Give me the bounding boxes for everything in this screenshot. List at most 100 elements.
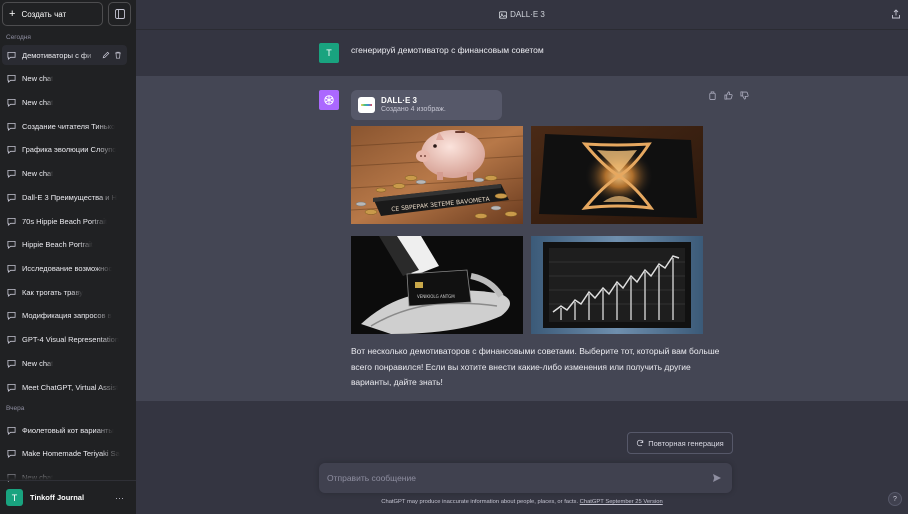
sidebar-chat-label: New chat (22, 73, 54, 83)
chat-bubble-icon (7, 288, 16, 297)
sidebar-chat-label: Как трогать траву (22, 287, 84, 297)
model-title: DALL·E 3 (510, 10, 545, 19)
user-message-text: сгенерируй демотиватор с финансовым сове… (351, 45, 544, 55)
pencil-icon[interactable] (102, 51, 110, 59)
sidebar-chat-label: 70s Hippie Beach Portrait (22, 216, 108, 226)
sidebar-chat-label: GPT-4 Visual Representation (22, 334, 119, 344)
sidebar-chat-label: New chat (22, 97, 54, 107)
message-input[interactable] (327, 471, 697, 485)
assistant-message-text: Вот несколько демотиваторов с финансовым… (351, 346, 720, 387)
chat-bubble-icon (7, 217, 16, 226)
thumbs-down-icon[interactable] (740, 91, 749, 100)
piggy-bank-image: СЕ SВРЕРАК ЗЕТЕМЕ ВАVОМЕТА (351, 126, 523, 224)
new-chat-button[interactable]: + Создать чат (2, 2, 103, 26)
more-icon[interactable]: ··· (115, 493, 124, 503)
generated-image[interactable]: СЕ SВРЕРАК ЗЕТЕМЕ ВАVОМЕТА (351, 126, 523, 224)
sidebar-icon (114, 9, 125, 19)
sidebar-chat-label: Meet ChatGPT, Virtual Assist (22, 382, 119, 392)
chat-bubble-icon (7, 74, 16, 83)
chat-bubble-icon (7, 426, 16, 435)
sidebar-chat-item[interactable]: Демотиваторы с фи (2, 45, 127, 65)
card-text: VЕNIKIOLG ANTGM (417, 294, 455, 299)
user-menu[interactable]: T Tinkoff Journal ··· (0, 480, 136, 514)
tool-card-subtitle: Создано 4 изображ. (381, 106, 446, 113)
sidebar-chat-item[interactable]: Meet ChatGPT, Virtual Assist (2, 377, 127, 397)
chat-bubble-icon (7, 98, 16, 107)
trash-icon[interactable] (114, 51, 122, 59)
sidebar-chat-label: Hippie Beach Portrait (22, 239, 93, 249)
top-bar: DALL·E 3 (136, 0, 908, 30)
chat-bubble-icon (7, 359, 16, 368)
refresh-icon (637, 439, 644, 447)
sidebar-chat-label: New chat (22, 168, 54, 178)
chat-bubble-icon (7, 122, 16, 131)
sidebar: + Создать чат Сегодня Демотиваторы с фи … (0, 0, 136, 514)
chat-bubble-icon (7, 145, 16, 154)
sidebar-chat-label: Dall-E 3 Преимущества и Н (22, 192, 117, 202)
sidebar-chat-item[interactable]: Hippie Beach Portrait (2, 234, 127, 254)
dalle-tool-card[interactable]: DALL·E 3 Создано 4 изображ. (351, 90, 502, 120)
share-icon[interactable] (891, 9, 901, 19)
avatar: T (6, 489, 23, 506)
sidebar-chat-item[interactable]: Как трогать траву (2, 282, 127, 302)
sidebar-chat-item[interactable]: Модификация запросов в (2, 305, 127, 325)
dalle-logo (358, 97, 375, 113)
generated-image[interactable] (531, 236, 703, 334)
sidebar-chat-label: Демотиваторы с фи (22, 50, 92, 60)
sidebar-chat-item[interactable]: New chat (2, 68, 127, 88)
sidebar-chat-item[interactable]: Make Homemade Teriyaki Sa (2, 443, 127, 463)
generated-image[interactable]: VЕNIKIOLG ANTGM (351, 236, 523, 334)
image-icon (499, 10, 508, 19)
toggle-sidebar-button[interactable] (108, 2, 131, 26)
sidebar-fade (0, 470, 136, 480)
new-chat-label: Создать чат (21, 9, 67, 19)
sidebar-chat-item[interactable]: New chat (2, 92, 127, 112)
assistant-message-row: DALL·E 3 Создано 4 изображ. СЕ SВРЕРАК З… (136, 76, 908, 401)
sidebar-chat-label: Графика эволюции Слоупо (22, 144, 117, 154)
stock-chart-image (531, 236, 703, 334)
tool-card-title: DALL·E 3 (381, 96, 417, 105)
user-name: Tinkoff Journal (30, 493, 85, 502)
sidebar-chat-label: Исследование возможнос (22, 263, 113, 273)
sidebar-chat-item[interactable]: Создание читателя Тинько (2, 116, 127, 136)
sidebar-chat-item[interactable]: Dall-E 3 Преимущества и Н (2, 187, 127, 207)
chat-bubble-icon (7, 383, 16, 392)
sidebar-chat-item[interactable]: New chat (2, 163, 127, 183)
chat-bubble-icon (7, 449, 16, 458)
hourglass-image (531, 126, 703, 224)
sidebar-chat-item[interactable]: New chat (2, 353, 127, 373)
section-label-today: Сегодня (6, 34, 31, 41)
help-button[interactable]: ? (888, 492, 902, 506)
hand-card-image: VЕNIKIOLG ANTGM (351, 236, 523, 334)
chat-bubble-icon (7, 264, 16, 273)
regenerate-label: Повторная генерация (648, 438, 724, 448)
assistant-avatar (319, 90, 339, 110)
sidebar-chat-label: Make Homemade Teriyaki Sa (22, 448, 120, 458)
sidebar-chat-item[interactable]: GPT-4 Visual Representation (2, 329, 127, 349)
disclaimer-text: ChatGPT may produce inaccurate informati… (381, 499, 580, 505)
avatar: T (319, 43, 339, 63)
version-link[interactable]: ChatGPT September 25 Version (580, 499, 663, 505)
sidebar-chat-label: Модификация запросов в (22, 310, 112, 320)
copy-icon[interactable] (708, 91, 717, 100)
send-icon[interactable] (712, 473, 722, 483)
regenerate-button[interactable]: Повторная генерация (627, 432, 733, 454)
generated-image[interactable] (531, 126, 703, 224)
chat-bubble-icon (7, 240, 16, 249)
chat-bubble-icon (7, 335, 16, 344)
sidebar-chat-item[interactable]: 70s Hippie Beach Portrait (2, 211, 127, 231)
plus-icon: + (9, 7, 16, 20)
sidebar-chat-item[interactable]: Исследование возможнос (2, 258, 127, 278)
openai-logo-icon (324, 95, 334, 105)
section-label-yesterday: Вчера (6, 405, 25, 412)
chat-bubble-icon (7, 169, 16, 178)
chat-bubble-icon (7, 311, 16, 320)
sidebar-chat-label: New chat (22, 358, 54, 368)
sidebar-chat-item[interactable]: Графика эволюции Слоупо (2, 139, 127, 159)
main-panel: DALL·E 3 T сгенерируй демотиватор с фина… (136, 0, 908, 514)
sidebar-chat-label: Фиолетовый кот варианты (22, 425, 114, 435)
sidebar-chat-item[interactable]: Фиолетовый кот варианты (2, 420, 127, 440)
chat-bubble-icon (7, 193, 16, 202)
user-message-row: T сгенерируй демотиватор с финансовым со… (136, 30, 908, 76)
thumbs-up-icon[interactable] (724, 91, 733, 100)
